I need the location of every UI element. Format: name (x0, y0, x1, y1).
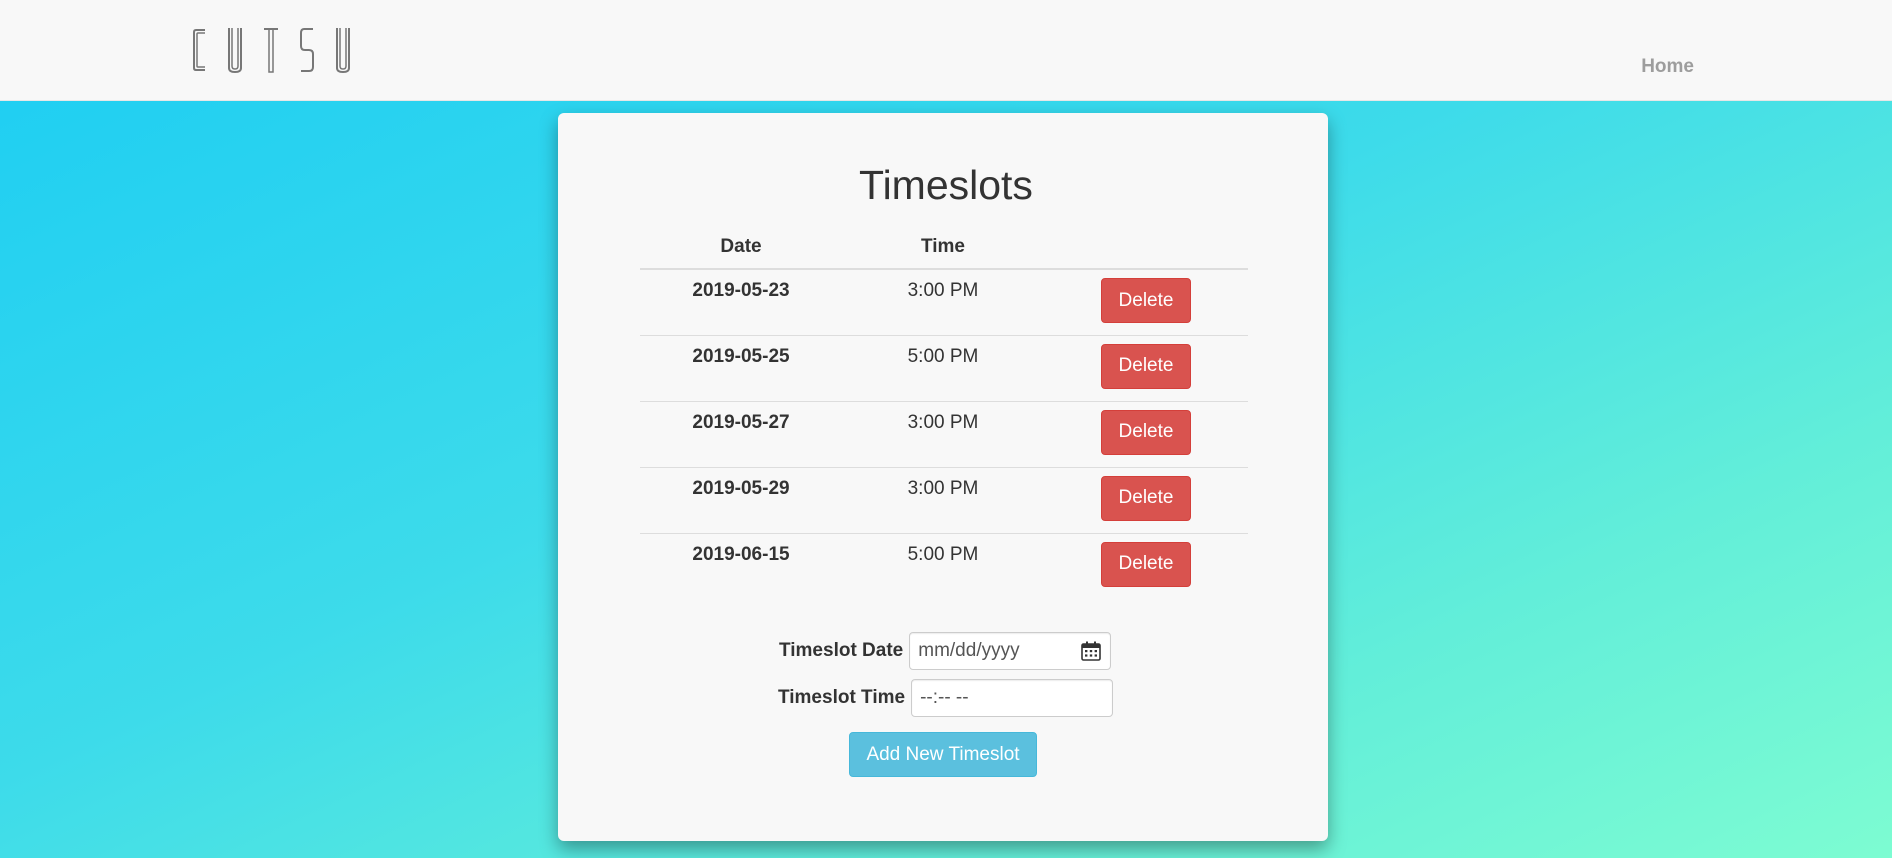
add-timeslot-button[interactable]: Add New Timeslot (849, 732, 1037, 777)
column-header-date: Date (640, 226, 842, 270)
timeslot-time-cell: 5:00 PM (842, 532, 1044, 599)
brand-letter-t (264, 26, 278, 74)
table-row: 2019-05-29 3:00 PM Delete (640, 466, 1248, 533)
calendar-icon[interactable] (1080, 640, 1102, 662)
delete-button[interactable]: Delete (1101, 409, 1191, 455)
brand-letter-s (300, 26, 314, 74)
timeslot-date-input[interactable]: mm/dd/yyyy (909, 632, 1112, 670)
timeslot-action-cell: Delete (1044, 532, 1248, 599)
timeslot-time-cell: 3:00 PM (842, 400, 1044, 467)
delete-button[interactable]: Delete (1101, 278, 1191, 323)
timeslot-action-cell: Delete (1044, 269, 1248, 335)
column-header-action (1044, 226, 1248, 270)
timeslot-date-cell: 2019-05-23 (692, 280, 790, 301)
brand-logo[interactable] (192, 26, 350, 74)
timeslot-action-cell: Delete (1044, 334, 1248, 401)
delete-button[interactable]: Delete (1101, 541, 1191, 587)
column-header-time: Time (842, 226, 1044, 270)
table-row: 2019-05-23 3:00 PM Delete (640, 269, 1248, 335)
delete-button[interactable]: Delete (1101, 475, 1191, 521)
timeslot-action-cell: Delete (1044, 400, 1248, 467)
page-title: Timeslots (859, 162, 1033, 208)
timeslot-date-cell: 2019-05-27 (640, 400, 842, 467)
brand-letter-u (228, 26, 242, 74)
timeslots-table: Date Time 2019-05-23 3:00 PM Delete 2019… (640, 226, 1248, 599)
nav-home-link[interactable]: Home (1641, 56, 1694, 78)
timeslot-date-cell: 2019-05-25 (640, 334, 842, 401)
timeslot-action-cell: Delete (1044, 466, 1248, 533)
brand-letter-c (192, 26, 206, 74)
timeslot-time-input[interactable]: --:-- -- (911, 679, 1114, 717)
table-row: 2019-06-15 5:00 PM Delete (640, 532, 1248, 599)
timeslot-time-label: Timeslot Time (778, 687, 906, 708)
timeslot-date-row: Timeslot Date mm/dd/yyyy (779, 632, 1112, 670)
timeslot-time-cell: 5:00 PM (842, 334, 1044, 401)
timeslot-date-cell: 2019-05-29 (640, 466, 842, 533)
timeslot-date-label: Timeslot Date (779, 640, 904, 661)
table-row: 2019-05-27 3:00 PM Delete (640, 400, 1248, 467)
table-header-row: Date Time (640, 226, 1248, 270)
timeslot-time-placeholder: --:-- -- (920, 687, 969, 708)
delete-button[interactable]: Delete (1101, 343, 1191, 389)
table-row: 2019-05-25 5:00 PM Delete (640, 334, 1248, 401)
timeslot-date-cell: 2019-06-15 (640, 532, 842, 599)
timeslot-time-cell: 3:00 PM (842, 466, 1044, 533)
timeslot-time-cell: 3:00 PM (907, 280, 979, 301)
timeslot-time-row: Timeslot Time --:-- -- (778, 679, 1114, 717)
navbar: Home (0, 0, 1892, 101)
brand-letter-u-2 (336, 26, 350, 74)
timeslot-date-placeholder: mm/dd/yyyy (918, 640, 1020, 661)
